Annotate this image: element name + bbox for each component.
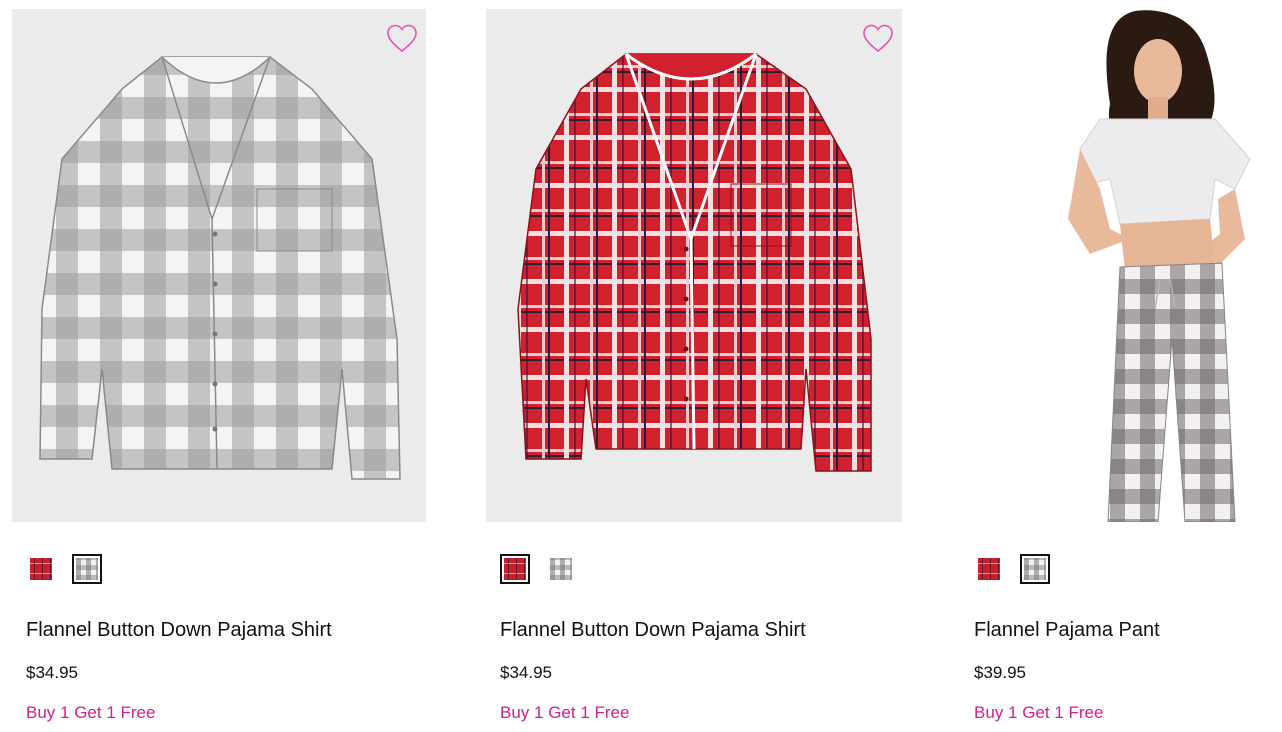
product-image[interactable] xyxy=(12,9,426,522)
product-image[interactable] xyxy=(960,9,1270,522)
product-title[interactable]: Flannel Button Down Pajama Shirt xyxy=(500,619,806,642)
wishlist-heart-icon[interactable] xyxy=(386,23,418,55)
grey-check-shirt-image xyxy=(12,9,426,522)
swatch-red-plaid[interactable] xyxy=(26,554,56,584)
product-card: Flannel Pajama Pant $39.95 Buy 1 Get 1 F… xyxy=(960,0,1282,732)
product-price: $34.95 xyxy=(500,663,552,682)
swatch-grey-check[interactable] xyxy=(72,554,102,584)
swatch-grey-check[interactable] xyxy=(546,554,576,584)
red-plaid-shirt-image xyxy=(486,9,902,522)
promo-text[interactable]: Buy 1 Get 1 Free xyxy=(26,703,155,723)
product-price: $39.95 xyxy=(974,663,1026,682)
product-grid: Flannel Button Down Pajama Shirt $34.95 … xyxy=(0,0,1282,732)
wishlist-heart-icon[interactable] xyxy=(862,23,894,55)
color-swatches xyxy=(974,554,1050,584)
swatch-red-plaid[interactable] xyxy=(974,554,1004,584)
color-swatches xyxy=(500,554,576,584)
swatch-red-plaid[interactable] xyxy=(500,554,530,584)
product-title[interactable]: Flannel Pajama Pant xyxy=(974,619,1160,642)
product-price: $34.95 xyxy=(26,663,78,682)
promo-text[interactable]: Buy 1 Get 1 Free xyxy=(500,703,629,723)
product-card: Flannel Button Down Pajama Shirt $34.95 … xyxy=(486,0,916,732)
product-image[interactable] xyxy=(486,9,902,522)
product-card: Flannel Button Down Pajama Shirt $34.95 … xyxy=(12,0,442,732)
swatch-grey-check[interactable] xyxy=(1020,554,1050,584)
model-pajama-pant-image xyxy=(960,9,1270,522)
color-swatches xyxy=(26,554,102,584)
promo-text[interactable]: Buy 1 Get 1 Free xyxy=(974,703,1103,723)
product-title[interactable]: Flannel Button Down Pajama Shirt xyxy=(26,619,332,642)
